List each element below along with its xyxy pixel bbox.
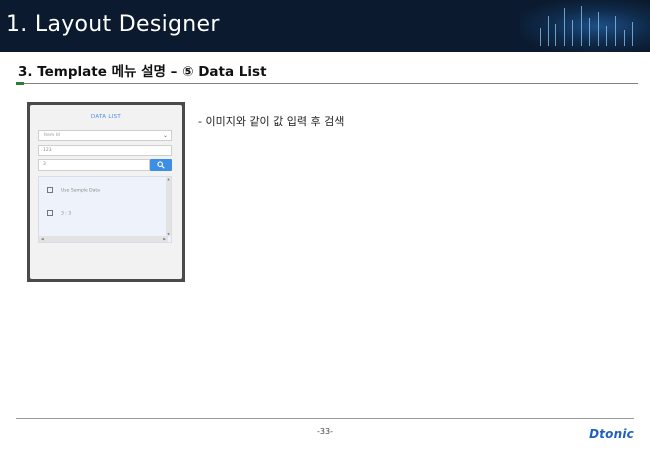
vertical-scrollbar[interactable]: ▲ ▼ xyxy=(166,177,171,236)
scroll-right-icon[interactable]: ▶ xyxy=(163,236,166,242)
list-item-label: 3 : 3 xyxy=(61,211,72,217)
header-banner: 1. Layout Designer xyxy=(0,0,650,52)
section-title: 3. Template 메뉴 설명 – ⑤ Data List xyxy=(18,64,267,80)
data-list: Use Sample Data 3 : 3 ▲ ▼ ◀ ▶ xyxy=(38,176,172,243)
search-button[interactable] xyxy=(150,159,172,171)
list-item-label: Use Sample Data xyxy=(61,188,100,194)
description-text: - 이미지와 같이 값 입력 후 검색 xyxy=(198,115,345,128)
search-input[interactable]: 3 xyxy=(38,159,150,171)
data-list-title: DATA LIST xyxy=(90,114,122,120)
scroll-up-icon[interactable]: ▲ xyxy=(166,177,171,181)
search-icon xyxy=(157,161,165,169)
horizontal-scrollbar[interactable]: ◀ ▶ xyxy=(39,236,168,242)
brand-logo: Dtonic xyxy=(589,427,634,441)
data-list-panel: DATA LIST Item Id ⌄ 123 3 Use Sample Dat… xyxy=(30,105,182,279)
checkbox[interactable] xyxy=(47,210,53,216)
list-item[interactable]: 3 : 3 xyxy=(47,210,71,218)
checkbox[interactable] xyxy=(47,187,53,193)
list-item[interactable]: Use Sample Data xyxy=(47,187,100,195)
banner-decoration xyxy=(520,0,650,52)
data-list-screenshot: DATA LIST Item Id ⌄ 123 3 Use Sample Dat… xyxy=(27,102,185,282)
chevron-down-icon: ⌄ xyxy=(162,132,168,139)
scroll-left-icon[interactable]: ◀ xyxy=(41,236,44,242)
field-select-value: Item Id xyxy=(44,133,60,138)
section-divider xyxy=(16,82,638,85)
value-input[interactable]: 123 xyxy=(38,145,172,156)
page-number: -33- xyxy=(317,427,333,436)
footer-divider xyxy=(16,418,634,419)
field-select[interactable]: Item Id ⌄ xyxy=(38,130,172,141)
slide-title: 1. Layout Designer xyxy=(6,12,220,37)
